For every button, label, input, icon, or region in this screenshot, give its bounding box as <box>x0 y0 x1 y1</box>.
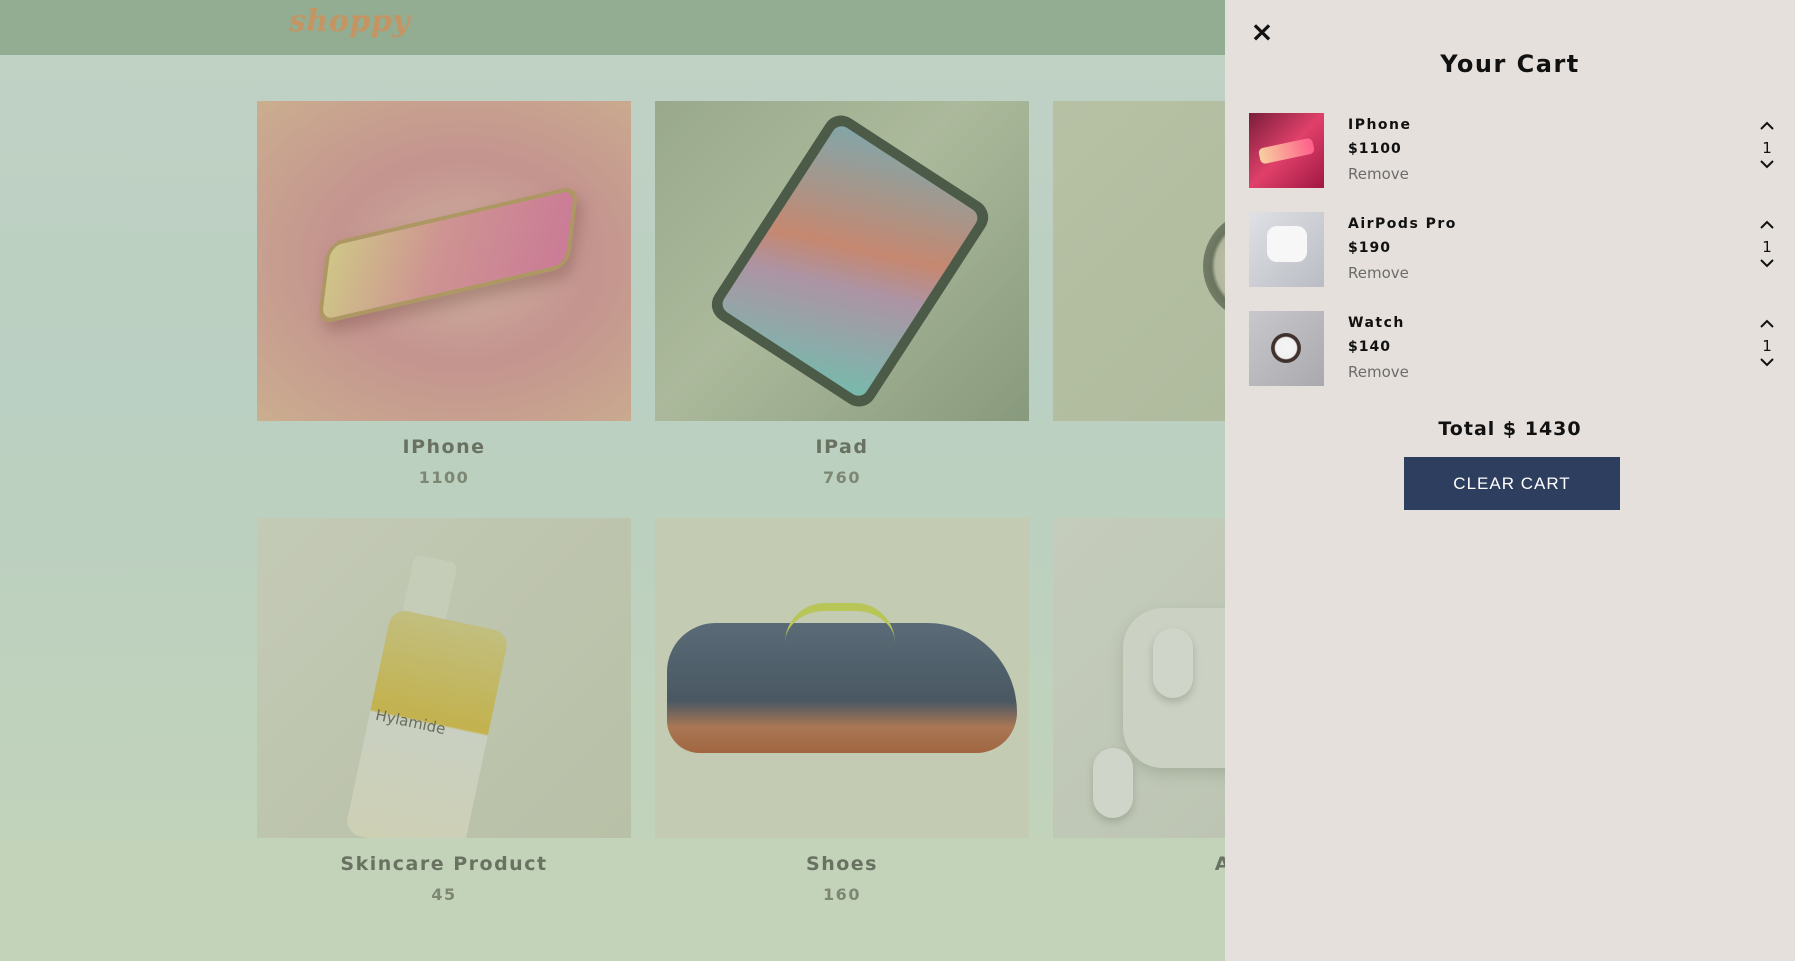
remove-button[interactable]: Remove <box>1348 264 1409 282</box>
clear-cart-button[interactable]: CLEAR CART <box>1404 457 1620 510</box>
cart-item-name: Watch <box>1348 315 1405 331</box>
chevron-up-icon[interactable] <box>1755 121 1779 137</box>
cart-item: IPhone $1100 Remove 1 <box>1249 113 1779 188</box>
cart-item-price: $1100 <box>1348 141 1402 157</box>
cart-panel: × Your Cart IPhone $1100 Remove 1 AirPod… <box>1225 0 1795 961</box>
quantity-stepper: 1 <box>1755 319 1779 381</box>
remove-button[interactable]: Remove <box>1348 165 1409 183</box>
quantity-stepper: 1 <box>1755 220 1779 282</box>
quantity-value: 1 <box>1762 337 1772 355</box>
quantity-value: 1 <box>1762 238 1772 256</box>
cart-item: Watch $140 Remove 1 <box>1249 311 1779 386</box>
watch-thumb-icon <box>1249 311 1324 386</box>
chevron-up-icon[interactable] <box>1755 220 1779 236</box>
cart-item-price: $140 <box>1348 339 1391 355</box>
cart-item-price: $190 <box>1348 240 1391 256</box>
chevron-down-icon[interactable] <box>1755 159 1779 175</box>
cart-title: Your Cart <box>1440 50 1580 78</box>
iphone-thumb-icon <box>1249 113 1324 188</box>
remove-button[interactable]: Remove <box>1348 363 1409 381</box>
cart-item-name: IPhone <box>1348 117 1412 133</box>
quantity-value: 1 <box>1762 139 1772 157</box>
chevron-down-icon[interactable] <box>1755 258 1779 274</box>
cart-item: AirPods Pro $190 Remove 1 <box>1249 212 1779 287</box>
chevron-down-icon[interactable] <box>1755 357 1779 373</box>
cart-total: Total $ 1430 <box>1438 418 1582 440</box>
close-icon[interactable]: × <box>1247 15 1277 48</box>
quantity-stepper: 1 <box>1755 121 1779 183</box>
cart-backdrop-overlay[interactable] <box>0 0 1225 961</box>
cart-item-name: AirPods Pro <box>1348 216 1457 232</box>
airpods-thumb-icon <box>1249 212 1324 287</box>
chevron-up-icon[interactable] <box>1755 319 1779 335</box>
